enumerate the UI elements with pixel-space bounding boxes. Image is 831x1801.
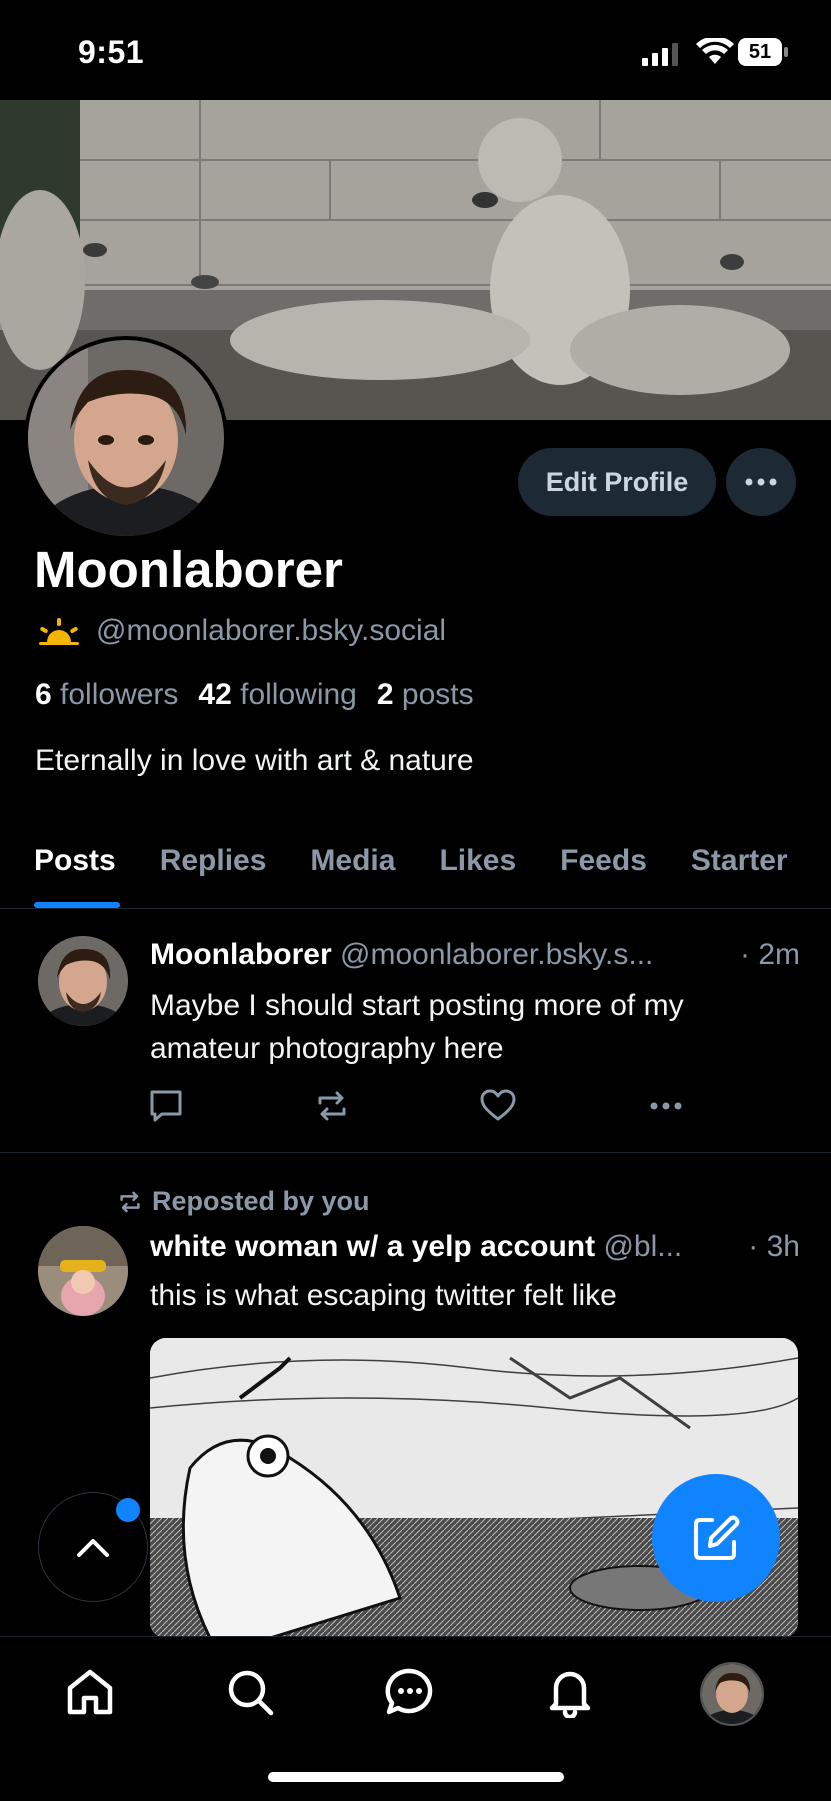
following-stat[interactable]: 42 following [198, 678, 356, 712]
avatar-photo [28, 340, 224, 536]
home-icon [67, 1669, 113, 1715]
post-author-handle: @bl... [603, 1230, 683, 1263]
tab-starter[interactable]: Starter [669, 820, 810, 908]
repost-indicator: Reposted by you [116, 1186, 370, 1217]
search-icon [228, 1670, 274, 1716]
reply-icon[interactable] [146, 1086, 186, 1126]
repost-icon[interactable] [312, 1086, 352, 1126]
posts-stat: 2 posts [376, 678, 474, 711]
profile-handle: @moonlaborer.bsky.social [96, 614, 447, 647]
post-more-icon[interactable] [646, 1086, 686, 1126]
post-author-handle: @moonlaborer.bsky.s... [340, 938, 654, 971]
battery-level: 51 [738, 38, 782, 66]
nav-search[interactable] [222, 1664, 278, 1720]
profile-more-button[interactable] [726, 448, 796, 516]
home-indicator [268, 1772, 564, 1782]
repost-small-icon [120, 1191, 140, 1212]
avatar-photo [38, 936, 128, 1026]
post-author-avatar[interactable] [38, 1226, 128, 1316]
post-author-avatar[interactable] [38, 936, 128, 1026]
post-author-name[interactable]: white woman w/ a yelp account [150, 1230, 595, 1263]
post-text[interactable]: this is what escaping twitter felt like [150, 1274, 790, 1317]
like-icon[interactable] [478, 1086, 518, 1126]
post-divider [0, 1152, 831, 1153]
repost-label: Reposted by you [152, 1186, 370, 1216]
post-timestamp: · 3h [742, 1230, 800, 1264]
chat-icon [385, 1668, 433, 1715]
status-time: 9:51 [78, 34, 145, 70]
tab-feeds[interactable]: Feeds [538, 820, 669, 908]
active-tab-indicator [34, 902, 120, 908]
profile-tabs: Posts Replies Media Likes Feeds Starter [0, 820, 831, 909]
post-author-name[interactable]: Moonlaborer [150, 938, 332, 971]
profile-avatar[interactable] [24, 336, 228, 540]
post-header: white woman w/ a yelp account @bl... · 3… [150, 1230, 800, 1264]
nav-home[interactable] [62, 1664, 118, 1720]
post-timestamp: · 2m [734, 938, 800, 972]
sunrise-icon [39, 618, 79, 645]
profile-display-name: Moonlaborer [34, 541, 343, 598]
post-text[interactable]: Maybe I should start posting more of my … [150, 984, 790, 1070]
ellipsis-icon [745, 478, 777, 486]
followers-stat[interactable]: 6 followers [35, 678, 178, 712]
compose-post-button[interactable] [652, 1474, 780, 1602]
post-header: Moonlaborer @moonlaborer.bsky.s... · 2m [150, 938, 800, 972]
edit-profile-button[interactable]: Edit Profile [518, 448, 716, 516]
tab-likes[interactable]: Likes [417, 820, 538, 908]
compose-icon [694, 1515, 740, 1560]
nav-chat[interactable] [382, 1664, 438, 1720]
profile-stats: 6 followers 42 following 2 posts [35, 678, 474, 712]
avatar-photo [702, 1664, 762, 1724]
tab-media[interactable]: Media [288, 820, 417, 908]
profile-bio: Eternally in love with art & nature [35, 744, 474, 777]
tab-posts[interactable]: Posts [0, 820, 138, 908]
avatar-photo [38, 1226, 128, 1316]
wifi-icon [696, 38, 734, 64]
new-posts-dot [116, 1498, 140, 1522]
tab-replies[interactable]: Replies [138, 820, 289, 908]
nav-notifications[interactable] [542, 1664, 598, 1720]
cellular-signal-icon [642, 43, 678, 66]
bell-icon [549, 1671, 591, 1718]
nav-profile-avatar[interactable] [700, 1662, 764, 1726]
chevron-up-icon [77, 1539, 109, 1557]
battery-icon: 51 [738, 38, 788, 66]
profile-handle-row: @moonlaborer.bsky.social [36, 614, 446, 648]
